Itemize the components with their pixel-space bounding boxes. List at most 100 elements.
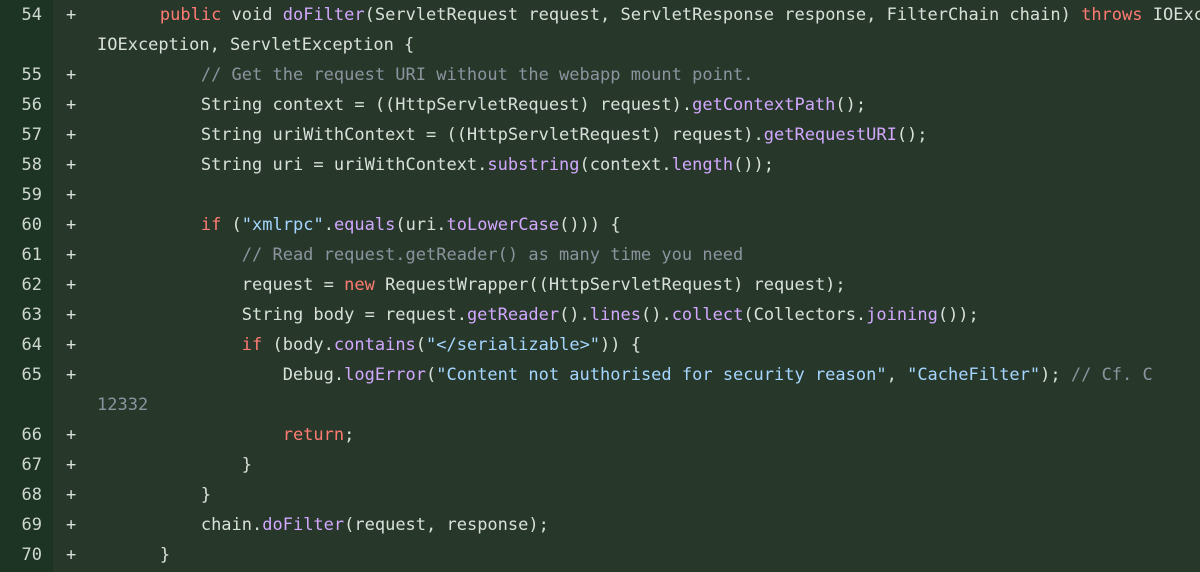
code-token: ();: [896, 125, 928, 145]
diff-line[interactable]: 62 + request = new RequestWrapper((HttpSe…: [0, 270, 1200, 300]
diff-addition-marker: +: [66, 545, 77, 565]
code-token: ();: [835, 95, 867, 115]
diff-line[interactable]: 64 + if (body.contains("</serializable>")…: [0, 330, 1200, 360]
diff-line-number[interactable]: 56: [0, 90, 53, 120]
diff-line[interactable]: 61 + // Read request.getReader() as many …: [0, 240, 1200, 270]
diff-line-code[interactable]: String uriWithContext = ((HttpServletReq…: [78, 120, 1200, 150]
diff-line-number[interactable]: 70: [0, 540, 53, 570]
diff-line-code[interactable]: Debug.logError("Content not authorised f…: [78, 360, 1200, 390]
diff-line-number[interactable]: 69: [0, 510, 53, 540]
diff-line-code[interactable]: request = new RequestWrapper((HttpServle…: [78, 270, 1200, 300]
code-token: (context.: [579, 155, 672, 175]
diff-addition-marker: +: [66, 515, 77, 535]
code-token: ());: [937, 305, 979, 325]
code-token: doFilter: [282, 5, 365, 25]
code-token: "xmlrpc": [241, 215, 324, 235]
code-token: (ServletRequest request, ServletResponse…: [364, 5, 1082, 25]
diff-line-number[interactable]: 66: [0, 420, 53, 450]
diff-line[interactable]: 54 + public void doFilter(ServletRequest …: [0, 0, 1200, 30]
diff-line[interactable]: 68 + }: [0, 480, 1200, 510]
diff-line-code[interactable]: // Read request.getReader() as many time…: [78, 240, 1200, 270]
diff-line-number[interactable]: 61: [0, 240, 53, 270]
diff-line[interactable]: 65 + Debug.logError("Content not authoris…: [0, 360, 1200, 390]
diff-line[interactable]: 56 + String context = ((HttpServletReques…: [0, 90, 1200, 120]
diff-line-code[interactable]: if (body.contains("</serializable>")) {: [78, 330, 1200, 360]
code-token: chain.: [78, 515, 263, 535]
code-token: return: [282, 425, 345, 445]
diff-line-code[interactable]: String context = ((HttpServletRequest) r…: [78, 90, 1200, 120]
code-token: request =: [78, 275, 345, 295]
code-token: String context = ((HttpServletRequest) r…: [78, 95, 693, 115]
diff-line-wrap-continuation: IOException, ServletException {: [0, 30, 1200, 60]
diff-line-code[interactable]: String body = request.getReader().lines(…: [78, 300, 1200, 330]
diff-line-number[interactable]: 59: [0, 180, 53, 210]
diff-line-number[interactable]: 54: [0, 0, 53, 30]
code-token: String uriWithContext = ((HttpServletReq…: [78, 125, 764, 145]
diff-addition-marker: +: [66, 305, 77, 325]
diff-line[interactable]: 59 +: [0, 180, 1200, 210]
diff-line[interactable]: 55 + // Get the request URI without the w…: [0, 60, 1200, 90]
diff-line-code[interactable]: if ("xmlrpc".equals(uri.toLowerCase())) …: [78, 210, 1200, 240]
diff-line[interactable]: 57 + String uriWithContext = ((HttpServle…: [0, 120, 1200, 150]
diff-line[interactable]: 69 + chain.doFilter(request, response);: [0, 510, 1200, 540]
diff-line-number[interactable]: 64: [0, 330, 53, 360]
diff-line-number[interactable]: 60: [0, 210, 53, 240]
code-token: doFilter: [262, 515, 345, 535]
code-token: String uri = uriWithContext.: [78, 155, 488, 175]
code-token: 12332: [97, 395, 149, 415]
code-token: Debug.: [78, 365, 345, 385]
diff-line-code[interactable]: String uri = uriWithContext.substring(co…: [78, 150, 1200, 180]
diff-addition-marker: +: [66, 125, 77, 145]
diff-addition-marker: +: [66, 485, 77, 505]
diff-line-number[interactable]: 63: [0, 300, 53, 330]
code-token: String body = request.: [78, 305, 467, 325]
diff-addition-marker: +: [66, 65, 77, 85]
code-token: ())) {: [559, 215, 621, 235]
diff-line-number[interactable]: 55: [0, 60, 53, 90]
diff-line-code[interactable]: }: [78, 540, 1200, 570]
diff-line[interactable]: 63 + String body = request.getReader().li…: [0, 300, 1200, 330]
diff-line[interactable]: 58 + String uri = uriWithContext.substrin…: [0, 150, 1200, 180]
diff-line-code[interactable]: return;: [78, 420, 1200, 450]
code-token: if: [241, 335, 263, 355]
code-token: void: [221, 5, 283, 25]
code-token: ());: [733, 155, 775, 175]
diff-line-code[interactable]: // Get the request URI without the webap…: [78, 60, 1200, 90]
diff-line[interactable]: 66 + return;: [0, 420, 1200, 450]
code-token: RequestWrapper((HttpServletRequest) requ…: [374, 275, 846, 295]
code-token: joining: [866, 305, 938, 325]
code-token: logError: [344, 365, 426, 385]
code-token: // Get the request URI without the webap…: [200, 65, 754, 85]
diff-line-number[interactable]: 62: [0, 270, 53, 300]
diff-line-code-continued[interactable]: IOException, ServletException {: [78, 30, 1200, 60]
code-token: IOException, ServletException {: [1152, 5, 1200, 25]
code-token: getContextPath: [692, 95, 836, 115]
code-token: // Read request.getReader() as many time…: [241, 245, 744, 265]
diff-line-code[interactable]: chain.doFilter(request, response);: [78, 510, 1200, 540]
diff-line[interactable]: 60 + if ("xmlrpc".equals(uri.toLowerCase(…: [0, 210, 1200, 240]
code-token: (request, response);: [344, 515, 549, 535]
code-token: throws: [1081, 5, 1143, 25]
code-token: (Collectors.: [743, 305, 867, 325]
diff-line-code[interactable]: public void doFilter(ServletRequest requ…: [78, 0, 1200, 30]
diff-line-number[interactable]: 58: [0, 150, 53, 180]
code-diff-view: 54 + public void doFilter(ServletRequest …: [0, 0, 1200, 572]
diff-line[interactable]: 67 + }: [0, 450, 1200, 480]
code-token: (body.: [262, 335, 334, 355]
diff-line-number[interactable]: 65: [0, 360, 53, 390]
code-token: }: [78, 455, 253, 475]
diff-line-code[interactable]: }: [78, 480, 1200, 510]
diff-line-code-continued[interactable]: 12332: [78, 390, 1200, 420]
diff-line-number[interactable]: 67: [0, 450, 53, 480]
diff-line-code[interactable]: }: [78, 450, 1200, 480]
code-token: "CacheFilter": [907, 365, 1041, 385]
diff-line-number[interactable]: 57: [0, 120, 53, 150]
diff-addition-marker: +: [66, 425, 77, 445]
code-token: ,: [886, 365, 908, 385]
diff-line-number[interactable]: 68: [0, 480, 53, 510]
code-token: public: [159, 5, 222, 25]
diff-addition-marker: +: [66, 275, 77, 295]
diff-line[interactable]: 70 + }: [0, 540, 1200, 570]
